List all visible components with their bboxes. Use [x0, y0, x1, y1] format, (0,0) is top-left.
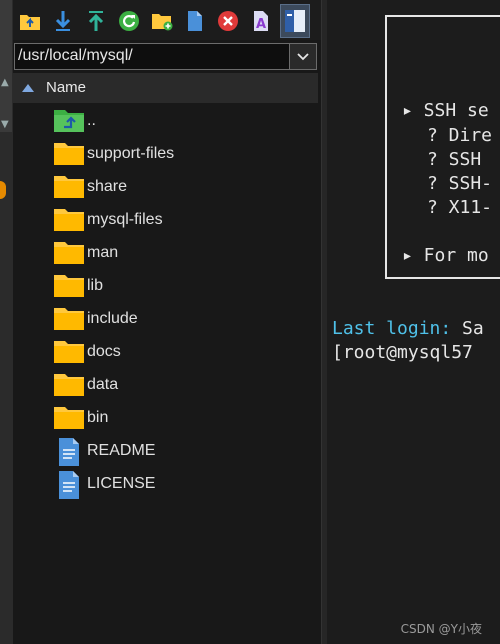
arrow-down-icon[interactable]: ▼	[1, 120, 11, 130]
sidebar-segment	[0, 0, 12, 132]
panel-view-icon[interactable]	[280, 4, 310, 38]
svg-text:A: A	[256, 17, 266, 32]
file-name: LICENSE	[87, 475, 156, 492]
shell-prompt: [root@mysql57	[332, 342, 473, 363]
banner-line: ? Dire	[427, 125, 493, 146]
file-name: bin	[87, 409, 109, 426]
terminal-panel[interactable]: ▸ SSH se ? Dire ? SSH ? SSH- ? X11- ▸ Fo…	[327, 0, 500, 644]
file-toolbar: A	[13, 0, 321, 40]
folder-icon	[53, 140, 85, 170]
file-name: ..	[87, 112, 96, 129]
file-list-item[interactable]: lib	[53, 272, 313, 302]
file-list-item[interactable]: ..	[53, 107, 313, 137]
last-login-key: Last login:	[332, 318, 452, 339]
banner-line: ? X11-	[427, 197, 493, 218]
file-list-item[interactable]: include	[53, 305, 313, 335]
file-browser-panel: A /usr/local/mysql/ Name .. support-files…	[13, 0, 321, 644]
folder-icon	[53, 272, 85, 302]
file-list-item[interactable]: mysql-files	[53, 206, 313, 236]
last-login-line: Last login: Sa	[332, 318, 484, 339]
banner-line: ▸ For mo	[402, 245, 489, 266]
folder-up-icon[interactable]	[18, 8, 42, 34]
new-file-icon[interactable]	[183, 8, 207, 34]
folder-icon	[53, 338, 85, 368]
folder-icon	[53, 173, 85, 203]
parent-folder-icon	[53, 107, 85, 137]
left-sidebar-strip: ▲ ▼	[0, 0, 14, 644]
folder-icon	[53, 239, 85, 269]
file-name: support-files	[87, 145, 175, 162]
file-list-item[interactable]: README	[53, 437, 313, 467]
file-list-item[interactable]: man	[53, 239, 313, 269]
new-folder-icon[interactable]	[150, 8, 174, 34]
file-name: mysql-files	[87, 211, 163, 228]
file-name: data	[87, 376, 119, 393]
file-list-item[interactable]: support-files	[53, 140, 313, 170]
file-list-item[interactable]: docs	[53, 338, 313, 368]
path-text[interactable]: /usr/local/mysql/	[18, 47, 133, 65]
file-list-item[interactable]: bin	[53, 404, 313, 434]
chevron-down-icon[interactable]	[289, 44, 316, 69]
upload-icon[interactable]	[84, 8, 108, 34]
status-indicator-icon	[0, 181, 6, 199]
sort-ascending-icon	[22, 84, 34, 92]
column-header-name[interactable]: Name	[13, 73, 318, 103]
watermark: CSDN @Y小夜	[400, 622, 482, 636]
file-icon	[57, 470, 89, 500]
file-name: docs	[87, 343, 121, 360]
file-name: lib	[87, 277, 104, 294]
refresh-icon[interactable]	[117, 8, 141, 34]
banner-line: ? SSH	[427, 149, 482, 170]
banner-line: ? SSH-	[427, 173, 493, 194]
file-icon	[57, 437, 89, 467]
folder-icon	[53, 371, 85, 401]
file-list-item[interactable]: share	[53, 173, 313, 203]
file-name: man	[87, 244, 119, 261]
folder-icon	[53, 206, 85, 236]
folder-icon	[53, 305, 85, 335]
folder-icon	[53, 404, 85, 434]
banner-line: ▸ SSH se	[402, 100, 489, 121]
file-name: share	[87, 178, 128, 195]
file-name: README	[87, 442, 156, 459]
last-login-value: Sa	[451, 318, 484, 339]
arrow-up-icon[interactable]: ▲	[1, 78, 11, 88]
column-label: Name	[46, 79, 87, 96]
file-name: include	[87, 310, 138, 327]
rename-icon[interactable]: A	[249, 8, 273, 34]
path-input[interactable]: /usr/local/mysql/	[14, 43, 317, 70]
file-list-item[interactable]: data	[53, 371, 313, 401]
file-list-item[interactable]: LICENSE	[53, 470, 313, 500]
welcome-banner	[385, 15, 500, 279]
delete-icon[interactable]	[216, 8, 240, 34]
download-icon[interactable]	[51, 8, 75, 34]
